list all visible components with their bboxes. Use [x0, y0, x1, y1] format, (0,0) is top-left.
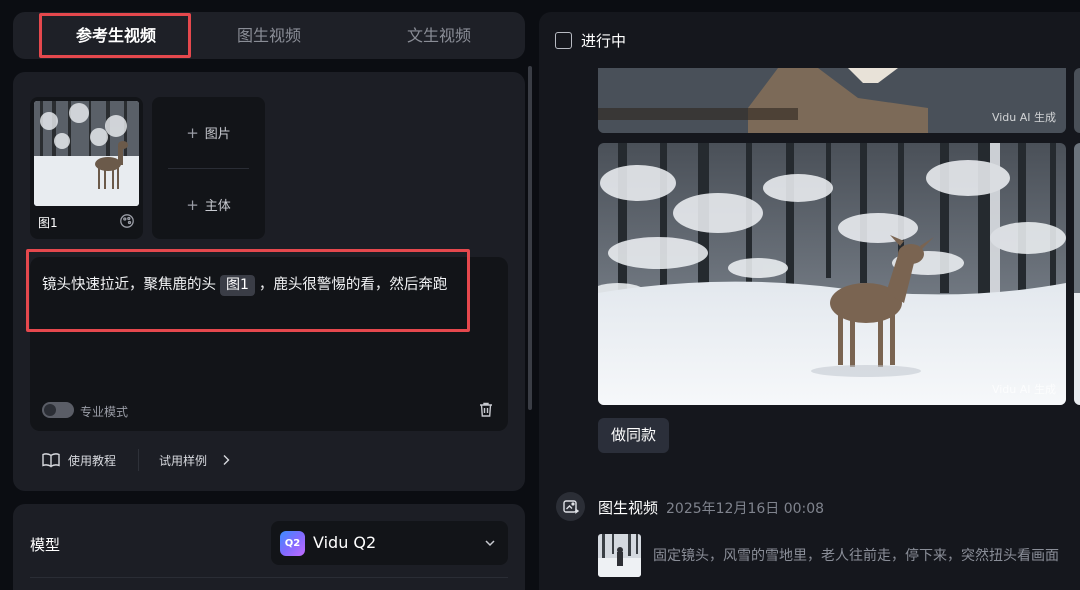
- model-divider: [30, 577, 508, 578]
- reference-image-thumbnail: [34, 101, 139, 206]
- add-subject-label: 主体: [204, 199, 231, 214]
- reference-image-label: 图1: [38, 216, 58, 230]
- tab-highlight-box: [39, 13, 191, 58]
- task-timestamp: 2025年12月16日 00:08: [666, 501, 825, 517]
- plus-icon: +: [186, 123, 199, 142]
- left-scrollbar[interactable]: [528, 66, 532, 410]
- result-video-previous-next[interactable]: [1074, 68, 1080, 133]
- trash-icon[interactable]: [478, 401, 494, 418]
- results-panel: 进行中 Vidu AI 生成 Vidu AI 生成 做同款 图生视频 2025年…: [539, 12, 1080, 590]
- samples-label: 试用样例: [159, 453, 208, 468]
- chevron-down-icon: [485, 540, 495, 547]
- tab-text-to-video[interactable]: 文生视频: [363, 12, 515, 59]
- video-watermark: Vidu AI 生成: [991, 111, 1056, 124]
- plus-icon: +: [186, 195, 199, 214]
- result-video-deer[interactable]: Vidu AI 生成: [598, 143, 1066, 405]
- palette-icon[interactable]: [119, 213, 135, 229]
- model-selected-value: Vidu Q2: [313, 533, 377, 552]
- make-same-button[interactable]: 做同款: [598, 418, 669, 453]
- model-label: 模型: [30, 536, 61, 554]
- add-image-button[interactable]: + 图片: [152, 97, 265, 168]
- prompt-highlight-box: [26, 249, 470, 332]
- add-subject-button[interactable]: + 主体: [152, 169, 265, 240]
- help-row: 使用教程 试用样例: [42, 449, 231, 471]
- tab-image-to-video[interactable]: 图生视频: [193, 12, 345, 59]
- result-video-next[interactable]: [1074, 143, 1080, 405]
- task-prompt: 固定镜头，风雪的雪地里，老人往前走，停下来，突然扭头看画面: [653, 548, 1059, 564]
- chevron-right-icon: [223, 455, 230, 465]
- samples-link[interactable]: 试用样例: [159, 452, 231, 469]
- in-progress-label: 进行中: [581, 32, 627, 50]
- reference-image-card[interactable]: 图1: [30, 97, 143, 239]
- add-image-label: 图片: [204, 127, 231, 142]
- model-panel: 模型 Q2 Vidu Q2: [13, 504, 525, 590]
- pro-mode-toggle[interactable]: [42, 402, 74, 418]
- model-logo: Q2: [280, 531, 305, 556]
- model-select[interactable]: Q2 Vidu Q2: [271, 521, 508, 565]
- prompt-input[interactable]: 镜头快速拉近，聚焦鹿的头 图1 ，鹿头很警惕的看，然后奔跑 专业模式: [26, 249, 508, 431]
- tutorial-link[interactable]: 使用教程: [42, 452, 116, 469]
- tutorial-label: 使用教程: [68, 453, 117, 468]
- image-to-video-icon: [556, 492, 585, 521]
- mode-tabs: 参考生视频 图生视频 文生视频: [13, 12, 525, 59]
- in-progress-checkbox[interactable]: [555, 32, 572, 49]
- reference-panel: 图1 + 图片 + 主体 镜头快速拉近，聚焦鹿的头 图1 ，鹿头很警惕的看，然后奔跑…: [13, 72, 525, 491]
- result-video-previous[interactable]: Vidu AI 生成: [598, 68, 1066, 133]
- add-reference-card: + 图片 + 主体: [152, 97, 265, 239]
- video-watermark: Vidu AI 生成: [991, 383, 1056, 396]
- task-type-label: 图生视频: [598, 499, 659, 517]
- help-divider: [138, 449, 140, 471]
- task-thumbnail[interactable]: [598, 534, 641, 577]
- book-icon: [42, 453, 60, 468]
- pro-mode-label: 专业模式: [80, 405, 129, 419]
